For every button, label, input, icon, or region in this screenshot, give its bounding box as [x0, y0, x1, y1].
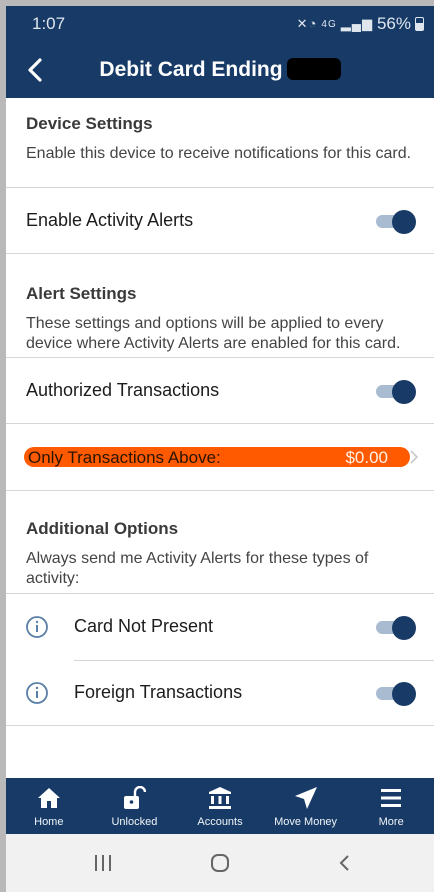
authorized-transactions-label: Authorized Transactions — [26, 380, 220, 400]
page-title-text: Debit Card Ending — [99, 58, 283, 81]
redacted-card-number — [286, 58, 341, 80]
battery-percent: 56% — [376, 14, 411, 33]
additional-options-section: Additional Options Always send me Activi… — [26, 519, 416, 589]
foreign-transactions-toggle[interactable] — [376, 682, 416, 706]
enable-activity-alerts-toggle[interactable] — [376, 210, 416, 234]
hamburger-menu-icon — [381, 789, 402, 807]
foreign-transactions-row: Foreign Transactions — [6, 661, 434, 725]
device-settings-description: Enable this device to receive notificati… — [26, 145, 412, 162]
network-type: 4G — [321, 18, 337, 30]
phone-screen: 1:07 ✕◔ 4G ▂▄▆ 56% Debit Card Ending Dev… — [6, 6, 434, 892]
nav-more-label: More — [378, 816, 404, 828]
page-title: Debit Card Ending — [6, 58, 434, 82]
signal-icon: ✕◔ — [296, 16, 318, 31]
battery-icon — [415, 17, 424, 31]
divider — [6, 725, 434, 726]
toggle-knob — [392, 616, 416, 640]
additional-options-title: Additional Options — [26, 519, 179, 538]
only-transactions-above-label: Only Transactions Above: — [28, 448, 221, 467]
toggle-knob — [392, 210, 416, 234]
divider — [6, 490, 434, 491]
nav-home[interactable]: Home — [6, 778, 92, 834]
card-not-present-row: Card Not Present — [6, 595, 434, 659]
authorized-transactions-toggle[interactable] — [376, 380, 416, 404]
nav-move-money-label: Move Money — [274, 816, 338, 828]
system-navigation-bar — [6, 834, 434, 892]
status-bar: 1:07 ✕◔ 4G ▂▄▆ 56% — [6, 6, 434, 42]
nav-accounts[interactable]: Accounts — [177, 778, 263, 834]
recent-apps-icon[interactable] — [90, 850, 116, 876]
info-icon[interactable] — [25, 681, 49, 705]
nav-home-label: Home — [34, 816, 64, 828]
foreign-transactions-label: Foreign Transactions — [74, 682, 243, 702]
toggle-knob — [392, 380, 416, 404]
status-icons-group: ✕◔ 4G ▂▄▆ 56% — [297, 14, 424, 34]
home-circle-icon[interactable] — [207, 850, 233, 876]
app-header: Debit Card Ending — [6, 42, 434, 98]
back-chevron-icon[interactable] — [332, 850, 358, 876]
screenshot-frame: 1:07 ✕◔ 4G ▂▄▆ 56% Debit Card Ending Dev… — [0, 0, 434, 892]
divider — [6, 423, 434, 424]
nav-unlocked[interactable]: Unlocked — [92, 778, 178, 834]
card-not-present-label: Card Not Present — [74, 616, 214, 636]
device-settings-title: Device Settings — [26, 114, 153, 133]
enable-activity-alerts-label: Enable Activity Alerts — [26, 210, 194, 230]
divider — [6, 253, 434, 254]
divider — [6, 187, 434, 188]
card-not-present-toggle[interactable] — [376, 616, 416, 640]
paper-plane-icon — [294, 787, 317, 809]
device-settings-section: Device Settings Enable this device to re… — [26, 114, 416, 164]
toggle-knob — [392, 682, 416, 706]
status-time: 1:07 — [32, 14, 66, 33]
threshold-amount: $0.00 — [345, 448, 388, 467]
bank-icon — [208, 787, 231, 809]
additional-options-description: Always send me Activity Alerts for these… — [26, 550, 369, 587]
cell-signal-icon: ▂▄▆ — [340, 16, 373, 31]
enable-activity-alerts-row: Enable Activity Alerts — [6, 189, 434, 253]
bottom-nav: Home Unlocked Accounts Move Money More — [6, 778, 434, 834]
nav-more[interactable]: More — [348, 778, 434, 834]
chevron-right-icon — [410, 450, 419, 464]
info-icon[interactable] — [25, 615, 49, 639]
only-transactions-above-row[interactable]: Only Transactions Above: $0.00 — [24, 447, 419, 467]
alert-settings-section: Alert Settings These settings and option… — [26, 284, 416, 354]
divider — [6, 357, 434, 358]
unlocked-padlock-icon — [124, 786, 147, 809]
nav-move-money[interactable]: Move Money — [263, 778, 349, 834]
home-icon — [37, 788, 60, 808]
divider — [6, 593, 434, 594]
alert-settings-description: These settings and options will be appli… — [26, 315, 401, 352]
nav-accounts-label: Accounts — [197, 816, 243, 828]
authorized-transactions-row: Authorized Transactions — [6, 359, 434, 423]
nav-unlocked-label: Unlocked — [111, 816, 158, 828]
alert-settings-title: Alert Settings — [26, 284, 137, 303]
